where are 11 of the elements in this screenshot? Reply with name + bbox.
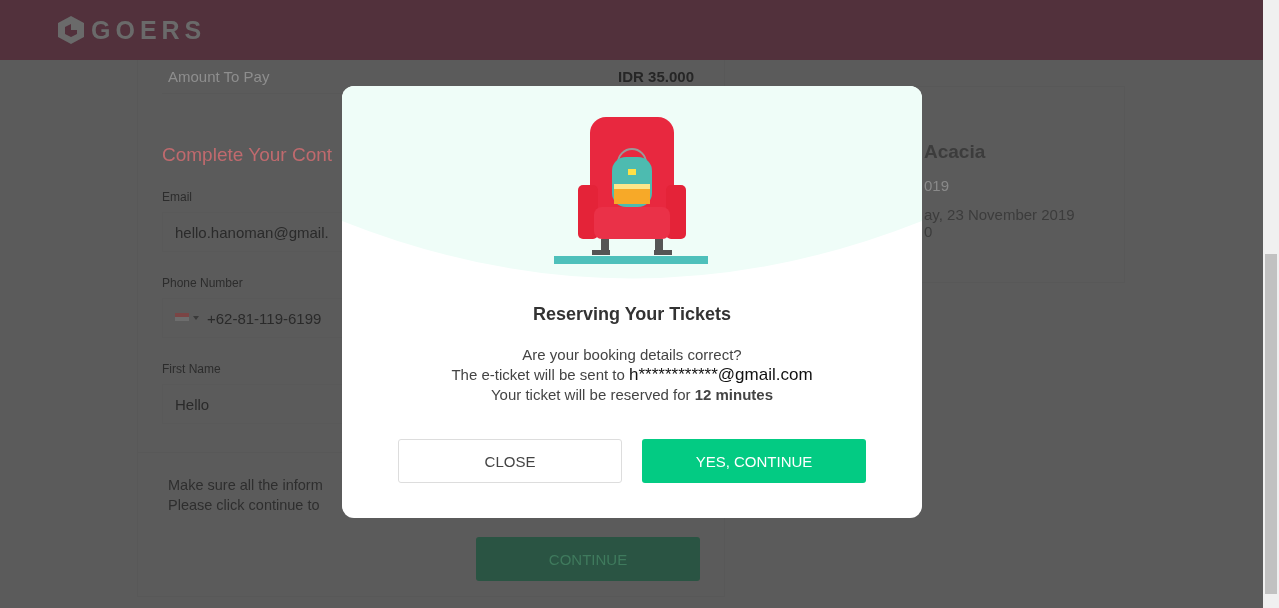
- logo-icon: [57, 15, 85, 45]
- logo-text: GOERS: [91, 15, 207, 45]
- continue-button[interactable]: YES, CONTINUE: [642, 439, 866, 483]
- close-button[interactable]: CLOSE: [398, 439, 622, 483]
- modal-title: Reserving Your Tickets: [532, 304, 732, 325]
- flag-dropdown-icon[interactable]: [175, 313, 199, 323]
- modal-reserve-text: Your ticket will be reserved for 12 minutes: [490, 385, 774, 405]
- modal-question: Are your booking details correct?: [522, 345, 742, 365]
- section-heading: Complete Your Cont: [162, 144, 333, 166]
- scrollbar[interactable]: [1263, 0, 1279, 608]
- modal-sent-to-text: The e-ticket will be sent to h************@gmail.com: [451, 365, 813, 385]
